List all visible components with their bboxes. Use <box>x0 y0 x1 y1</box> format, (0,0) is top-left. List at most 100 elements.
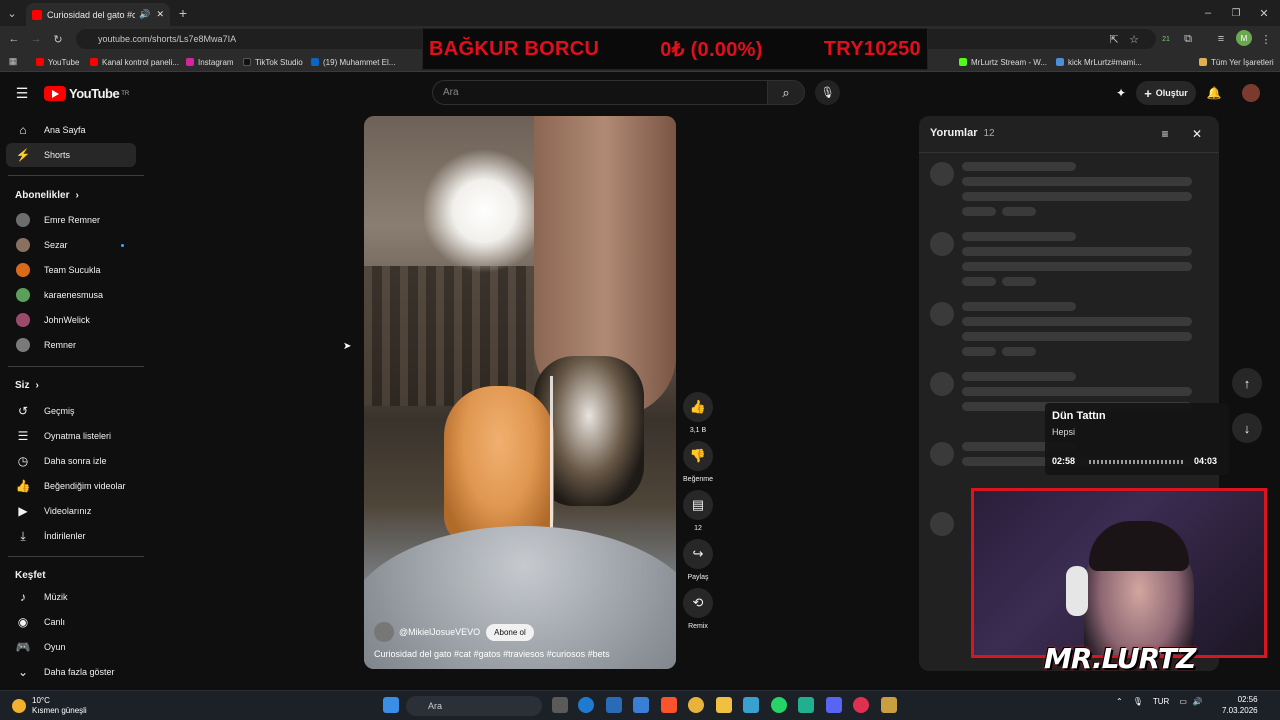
taskbar-search[interactable]: Ara <box>406 696 542 716</box>
sidebar-item-music[interactable]: ♪ Müzik <box>6 585 136 609</box>
minimize-icon[interactable]: – <box>1200 5 1216 21</box>
store-icon[interactable] <box>606 697 622 713</box>
browser-tab[interactable]: Curiosidad del gato #cat #g 🔊 ✕ <box>26 3 170 26</box>
sidebar-item-watch-later[interactable]: ◷ Daha sonra izle <box>6 449 136 473</box>
all-bookmarks[interactable]: Tüm Yer İşaretleri <box>1199 55 1274 69</box>
bookmark-linkedin[interactable]: (19) Muhammet El... <box>311 55 395 69</box>
bookmark-kanal[interactable]: Kanal kontrol paneli... <box>90 55 179 69</box>
bookmark-star-icon[interactable]: ☆ <box>1126 31 1142 47</box>
bookmark-tiktok[interactable]: TikTok Studio <box>243 55 303 69</box>
sidebar-item-live[interactable]: ◉ Canlı <box>6 610 136 634</box>
mail-icon[interactable] <box>633 697 649 713</box>
notifications-bell-icon[interactable]: 🔔 <box>1206 85 1222 101</box>
profile-avatar[interactable]: M <box>1236 30 1252 46</box>
arrow-down-icon: ↓ <box>1243 420 1251 436</box>
media-player-icon[interactable] <box>853 697 869 713</box>
app-icon[interactable] <box>743 697 759 713</box>
league-icon[interactable] <box>881 697 897 713</box>
short-caption[interactable]: Curiosidad del gato #cat #gatos #travies… <box>374 649 670 659</box>
start-windows-icon[interactable] <box>383 697 399 713</box>
you-header[interactable]: Siz › <box>15 380 39 391</box>
comments-action[interactable]: ▤ 12 <box>682 490 714 532</box>
edge-icon[interactable] <box>578 697 594 713</box>
sidebar-item-playlists[interactable]: ☰ Oynatma listeleri <box>6 424 136 448</box>
thumbs-up-icon[interactable]: 👍 <box>683 392 713 422</box>
browser-menu-icon[interactable]: ⋮ <box>1258 31 1274 47</box>
thumbs-down-icon[interactable]: 👎 <box>683 441 713 471</box>
install-app-icon[interactable]: ⇱ <box>1106 31 1122 47</box>
chrome-icon[interactable] <box>688 697 704 713</box>
search-button[interactable]: ⌕ <box>767 80 805 105</box>
comment-icon[interactable]: ▤ <box>683 490 713 520</box>
voice-search-button[interactable]: 🎙 <box>815 80 840 105</box>
sidebar-sub-karaenesmusa[interactable]: karaenesmusa <box>6 283 136 307</box>
bookmark-youtube[interactable]: YouTube <box>36 55 79 69</box>
display-icon[interactable]: ▭ <box>1179 697 1187 706</box>
bookmark-mrlurtz-stream[interactable]: MrLurtz Stream - W... <box>959 55 1047 69</box>
extension-badge[interactable]: 21 <box>1158 31 1174 47</box>
discord-icon[interactable] <box>826 697 842 713</box>
sidebar-sub-remner[interactable]: Remner <box>6 333 136 357</box>
reload-icon[interactable]: ↻ <box>50 31 66 47</box>
sidebar-item-your-videos[interactable]: ▶ Videolarınız <box>6 499 136 523</box>
sidebar-item-shorts[interactable]: ⚡ Shorts <box>6 143 136 167</box>
mic-tray-icon[interactable]: 🎙 <box>1133 697 1143 706</box>
file-explorer-icon[interactable] <box>716 697 732 713</box>
forward-icon[interactable]: → <box>28 31 44 47</box>
share-icon[interactable]: ↪ <box>683 539 713 569</box>
apps-grid-icon[interactable]: ▦ <box>6 54 20 68</box>
bookmark-kick[interactable]: kick MrLurtz#mami... <box>1056 55 1142 69</box>
volume-icon[interactable]: 🔊 <box>1193 697 1203 706</box>
media-control-icon[interactable]: ≡ <box>1213 31 1229 47</box>
menu-hamburger-icon[interactable]: ☰ <box>14 85 30 101</box>
system-clock[interactable]: 02:56 7.03.2026 <box>1222 694 1258 716</box>
sidebar-item-gaming[interactable]: 🎮 Oyun <box>6 635 136 659</box>
brave-icon[interactable] <box>661 697 677 713</box>
youtube-logo[interactable]: YouTube TR <box>44 86 129 101</box>
remix-action[interactable]: ⟲ Remix <box>682 588 714 630</box>
sidebar-item-home[interactable]: ⌂ Ana Sayfa <box>6 118 136 142</box>
share-action[interactable]: ↪ Paylaş <box>682 539 714 581</box>
sidebar-item-history[interactable]: ↺ Geçmiş <box>6 399 136 423</box>
tray-expand-icon[interactable]: ⌃ <box>1116 697 1123 706</box>
window-close-icon[interactable]: ✕ <box>1256 5 1272 21</box>
channel-avatar[interactable] <box>374 622 394 642</box>
sidebar-sub-sezar[interactable]: Sezar <box>6 233 136 257</box>
tab-audio-icon[interactable]: 🔊 <box>139 9 150 20</box>
sidebar-sub-teamsucukla[interactable]: Team Sucukla <box>6 258 136 282</box>
back-icon[interactable]: ← <box>6 31 22 47</box>
like-action[interactable]: 👍 3,1 B <box>682 392 714 434</box>
channel-handle[interactable]: @MikielJosueVEVO <box>399 627 480 637</box>
task-view-icon[interactable] <box>552 697 568 713</box>
bookmark-instagram[interactable]: Instagram <box>186 55 234 69</box>
extensions-icon[interactable]: ⧉ <box>1180 31 1196 47</box>
language-indicator[interactable]: TUR <box>1153 697 1169 706</box>
weather-widget[interactable]: 10°C Kısmen güneşli <box>12 696 87 716</box>
sort-icon[interactable]: ≡ <box>1157 126 1173 142</box>
app-icon-2[interactable] <box>798 697 814 713</box>
tab-close-icon[interactable]: ✕ <box>156 9 164 20</box>
subscribe-button[interactable]: Abone ol <box>486 623 534 641</box>
restore-icon[interactable]: ❐ <box>1228 5 1244 21</box>
dislike-action[interactable]: 👎 Beğenme <box>682 441 714 483</box>
close-icon[interactable]: ✕ <box>1189 126 1205 142</box>
next-short-button[interactable]: ↓ <box>1232 413 1262 443</box>
sidebar-sub-johnwelick[interactable]: JohnWelick <box>6 308 136 332</box>
remix-icon[interactable]: ⟲ <box>683 588 713 618</box>
account-avatar[interactable] <box>1242 84 1260 102</box>
previous-short-button[interactable]: ↑ <box>1232 368 1262 398</box>
folder-icon <box>1199 58 1207 66</box>
sidebar-item-downloads[interactable]: ⤓ İndirilenler <box>6 524 136 548</box>
instagram-bookmark-icon <box>186 58 194 66</box>
gemini-icon[interactable]: ✦ <box>1112 85 1130 101</box>
short-video-player[interactable] <box>364 116 676 669</box>
new-tab-icon[interactable]: + <box>175 5 191 21</box>
sidebar-sub-emre[interactable]: Emre Remner <box>6 208 136 232</box>
search-input[interactable]: Ara <box>432 80 768 105</box>
create-button[interactable]: + Oluştur <box>1136 81 1196 105</box>
sidebar-item-liked[interactable]: 👍 Beğendiğim videolar <box>6 474 136 498</box>
whatsapp-icon[interactable] <box>771 697 787 713</box>
sidebar-show-more[interactable]: ⌄ Daha fazla göster <box>6 660 136 684</box>
subscriptions-header[interactable]: Abonelikler › <box>15 190 79 201</box>
tab-search-icon[interactable]: ⌄ <box>4 5 20 21</box>
